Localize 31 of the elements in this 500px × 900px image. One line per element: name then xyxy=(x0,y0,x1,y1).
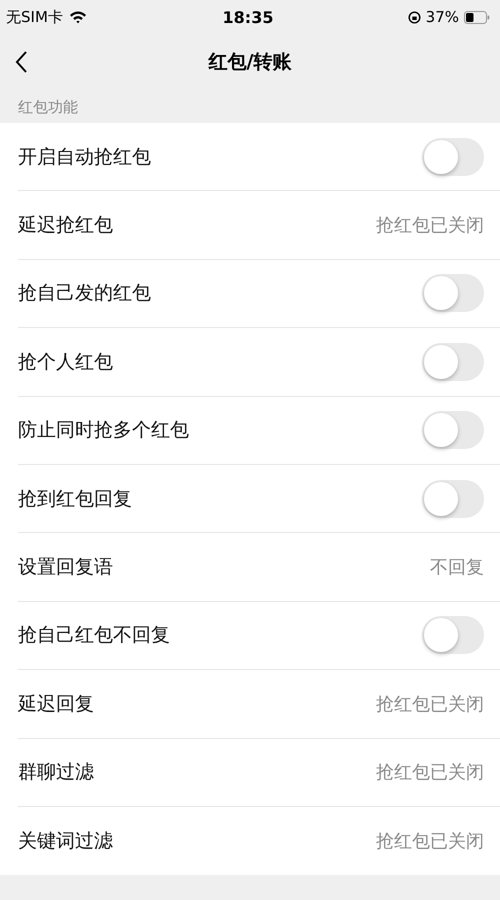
setting-label: 延迟抢红包 xyxy=(18,213,114,238)
setting-value[interactable]: 抢红包已关闭 xyxy=(376,213,484,238)
wifi-icon xyxy=(68,10,87,24)
back-icon xyxy=(14,50,28,74)
setting-label: 延迟回复 xyxy=(18,692,95,717)
section-header: 红包功能 xyxy=(17,97,79,118)
setting-value[interactable]: 抢红包已关闭 xyxy=(376,760,484,784)
setting-label: 抢个人红包 xyxy=(18,350,114,375)
toggle-switch[interactable] xyxy=(422,342,484,381)
setting-label: 抢自己红包不回复 xyxy=(18,623,171,648)
toggle-switch[interactable] xyxy=(422,274,484,312)
setting-label: 抢到红包回复 xyxy=(18,486,133,512)
clock-time: 18:35 xyxy=(222,8,274,26)
setting-value[interactable]: 不回复 xyxy=(430,555,484,580)
setting-value[interactable]: 抢红包已关闭 xyxy=(376,692,484,716)
setting-label: 抢自己发的红包 xyxy=(18,281,152,306)
setting-value[interactable]: 抢红包已关闭 xyxy=(376,829,484,854)
setting-label: 设置回复语 xyxy=(18,555,114,580)
battery-icon xyxy=(464,10,490,24)
toggle-switch[interactable] xyxy=(422,480,484,518)
toggle-switch[interactable] xyxy=(422,411,484,450)
setting-label: 开启自动抢红包 xyxy=(18,144,152,170)
battery-percent: 37% xyxy=(426,8,459,26)
rotation-lock-icon xyxy=(408,10,421,24)
setting-label: 关键词过滤 xyxy=(18,829,114,854)
carrier-label: 无SIM卡 xyxy=(6,8,63,26)
toggle-switch[interactable] xyxy=(422,138,484,176)
setting-label: 群聊过滤 xyxy=(18,760,95,786)
setting-label: 防止同时抢多个红包 xyxy=(18,418,190,444)
toggle-switch[interactable] xyxy=(422,616,484,654)
page-title: 红包/转账 xyxy=(208,50,292,75)
